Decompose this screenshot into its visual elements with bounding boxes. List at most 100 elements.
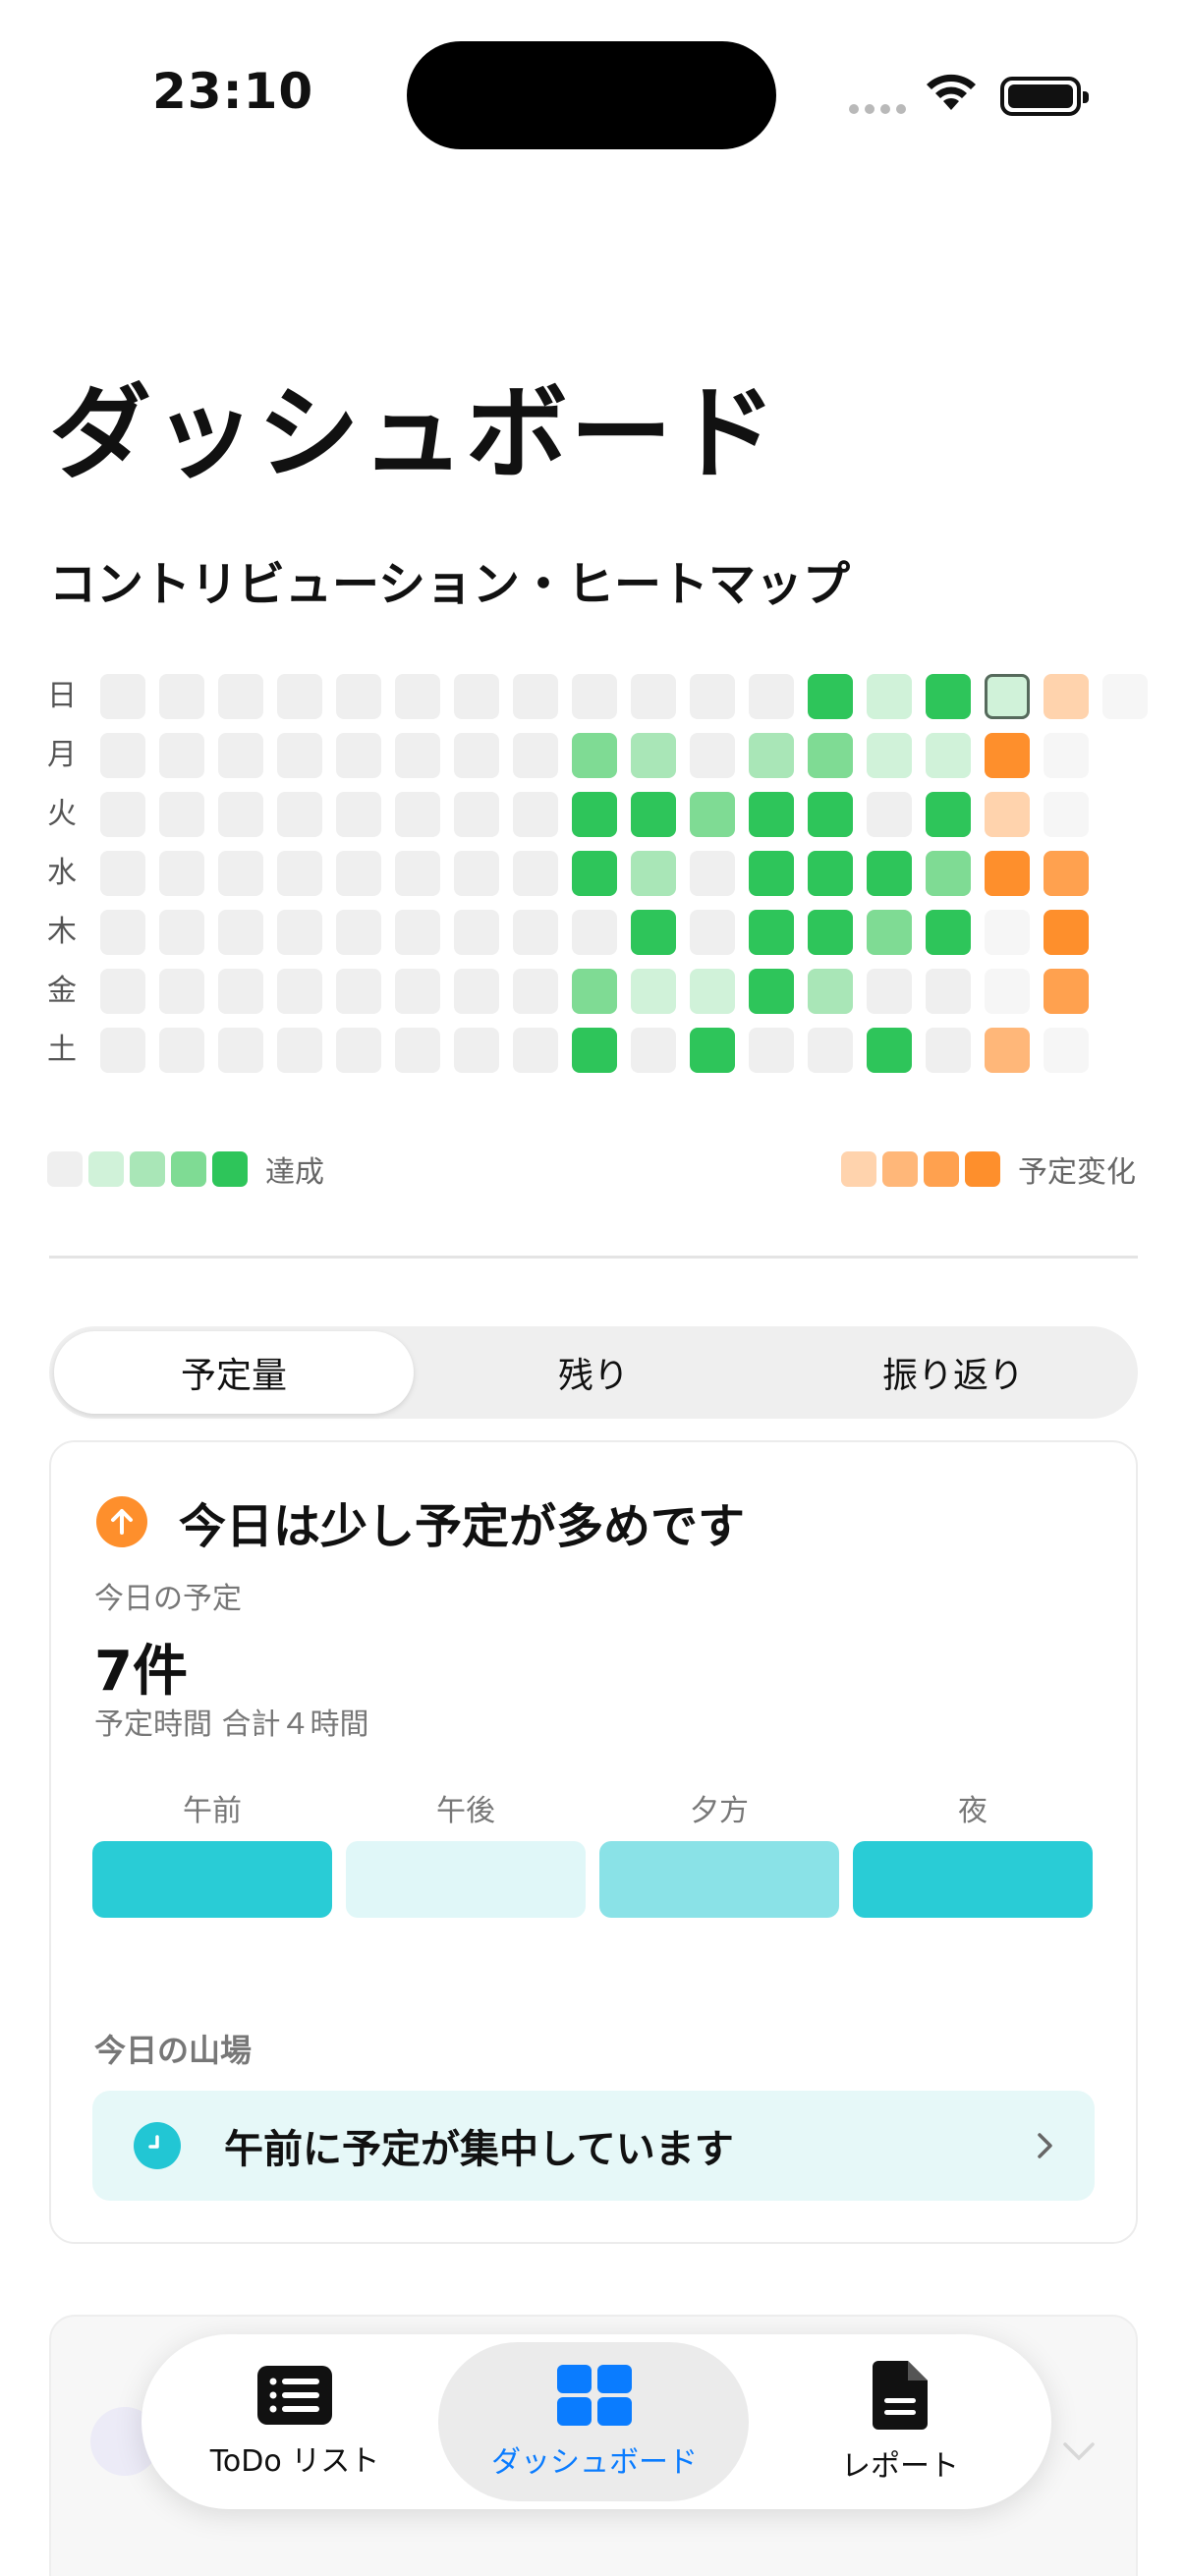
heatmap-cell[interactable] <box>631 969 676 1014</box>
heatmap-cell[interactable] <box>159 969 204 1014</box>
heatmap-cell[interactable] <box>572 1028 617 1073</box>
heatmap-cell[interactable] <box>277 910 322 955</box>
heatmap-cell[interactable] <box>572 910 617 955</box>
heatmap-cell[interactable] <box>513 733 558 778</box>
heatmap-cell[interactable] <box>100 674 145 719</box>
heatmap-cell[interactable] <box>454 910 499 955</box>
heatmap-cell[interactable] <box>808 674 853 719</box>
heatmap-cell[interactable] <box>985 792 1030 837</box>
heatmap-cell[interactable] <box>395 1028 440 1073</box>
heatmap-cell[interactable] <box>572 851 617 896</box>
heatmap-cell[interactable] <box>513 969 558 1014</box>
heatmap-cell[interactable] <box>454 674 499 719</box>
heatmap-cell[interactable] <box>808 1028 853 1073</box>
heatmap-cell[interactable] <box>808 792 853 837</box>
heatmap-cell[interactable] <box>749 733 794 778</box>
heatmap-cell[interactable] <box>690 674 735 719</box>
heatmap-cell[interactable] <box>277 969 322 1014</box>
heatmap-cell[interactable] <box>395 674 440 719</box>
heatmap-cell-today[interactable] <box>985 674 1030 719</box>
heatmap-cell[interactable] <box>572 792 617 837</box>
heatmap-cell[interactable] <box>631 674 676 719</box>
heatmap-cell[interactable] <box>808 910 853 955</box>
heatmap-cell[interactable] <box>336 851 381 896</box>
heatmap-cell[interactable] <box>749 1028 794 1073</box>
heatmap-cell[interactable] <box>159 851 204 896</box>
heatmap-cell[interactable] <box>926 910 971 955</box>
heatmap-cell[interactable] <box>867 910 912 955</box>
heatmap-cell[interactable] <box>218 969 263 1014</box>
heatmap-cell[interactable] <box>218 733 263 778</box>
heatmap-cell[interactable] <box>277 1028 322 1073</box>
heatmap-cell[interactable] <box>395 792 440 837</box>
heatmap-cell[interactable] <box>926 851 971 896</box>
heatmap-cell[interactable] <box>867 1028 912 1073</box>
heatmap-cell[interactable] <box>572 969 617 1014</box>
heatmap-cell[interactable] <box>218 674 263 719</box>
heatmap-cell[interactable] <box>218 910 263 955</box>
heatmap-cell[interactable] <box>867 969 912 1014</box>
segment-review[interactable]: 振り返り <box>773 1331 1133 1414</box>
heatmap-cell[interactable] <box>100 792 145 837</box>
heatmap-cell[interactable] <box>867 733 912 778</box>
heatmap-cell[interactable] <box>218 1028 263 1073</box>
heatmap-cell[interactable] <box>867 851 912 896</box>
heatmap-cell[interactable] <box>454 1028 499 1073</box>
heatmap-cell[interactable] <box>513 851 558 896</box>
heatmap-cell[interactable] <box>749 792 794 837</box>
heatmap-cell[interactable] <box>277 733 322 778</box>
heatmap-cell[interactable] <box>631 851 676 896</box>
tab-report[interactable]: レポート <box>802 2334 998 2509</box>
heatmap-cell[interactable] <box>985 1028 1030 1073</box>
heatmap-cell[interactable] <box>336 674 381 719</box>
heatmap-cell[interactable] <box>926 792 971 837</box>
heatmap-cell[interactable] <box>159 674 204 719</box>
heatmap-cell[interactable] <box>572 674 617 719</box>
heatmap-cell[interactable] <box>100 910 145 955</box>
heatmap-cell[interactable] <box>1044 674 1089 719</box>
heatmap-cell[interactable] <box>454 969 499 1014</box>
heatmap-cell[interactable] <box>631 733 676 778</box>
heatmap-cell[interactable] <box>100 851 145 896</box>
heatmap-cell[interactable] <box>631 910 676 955</box>
heatmap-cell[interactable] <box>454 792 499 837</box>
heatmap-cell[interactable] <box>985 910 1030 955</box>
heatmap-cell[interactable] <box>985 969 1030 1014</box>
heatmap-cell[interactable] <box>1044 733 1089 778</box>
heatmap-cell[interactable] <box>867 674 912 719</box>
heatmap-cell[interactable] <box>749 851 794 896</box>
heatmap-cell[interactable] <box>808 733 853 778</box>
heatmap-cell[interactable] <box>631 1028 676 1073</box>
heatmap-cell[interactable] <box>395 910 440 955</box>
heatmap-cell[interactable] <box>277 792 322 837</box>
heatmap-cell[interactable] <box>218 851 263 896</box>
tab-dashboard[interactable]: ダッシュボード <box>452 2334 737 2509</box>
heatmap-cell[interactable] <box>690 792 735 837</box>
heatmap-cell[interactable] <box>690 910 735 955</box>
heatmap-cell[interactable] <box>513 674 558 719</box>
heatmap-cell[interactable] <box>454 733 499 778</box>
segment-remaining[interactable]: 残り <box>414 1331 773 1414</box>
heatmap-cell[interactable] <box>690 969 735 1014</box>
heatmap-cell[interactable] <box>926 733 971 778</box>
heatmap-cell[interactable] <box>395 969 440 1014</box>
heatmap-cell[interactable] <box>1044 851 1089 896</box>
heatmap-cell[interactable] <box>631 792 676 837</box>
heatmap-cell[interactable] <box>749 910 794 955</box>
heatmap-cell[interactable] <box>1044 969 1089 1014</box>
heatmap-cell[interactable] <box>926 1028 971 1073</box>
heatmap-cell[interactable] <box>926 969 971 1014</box>
heatmap-cell[interactable] <box>218 792 263 837</box>
heatmap-cell[interactable] <box>1102 674 1148 719</box>
heatmap-cell[interactable] <box>690 851 735 896</box>
heatmap-cell[interactable] <box>926 674 971 719</box>
heatmap-cell[interactable] <box>395 851 440 896</box>
heatmap-cell[interactable] <box>336 1028 381 1073</box>
heatmap-cell[interactable] <box>690 733 735 778</box>
heatmap-cell[interactable] <box>513 1028 558 1073</box>
heatmap-cell[interactable] <box>336 792 381 837</box>
peak-row[interactable]: 午前に予定が集中しています <box>92 2091 1095 2201</box>
heatmap-cell[interactable] <box>336 969 381 1014</box>
heatmap-cell[interactable] <box>100 1028 145 1073</box>
heatmap-cell[interactable] <box>159 792 204 837</box>
